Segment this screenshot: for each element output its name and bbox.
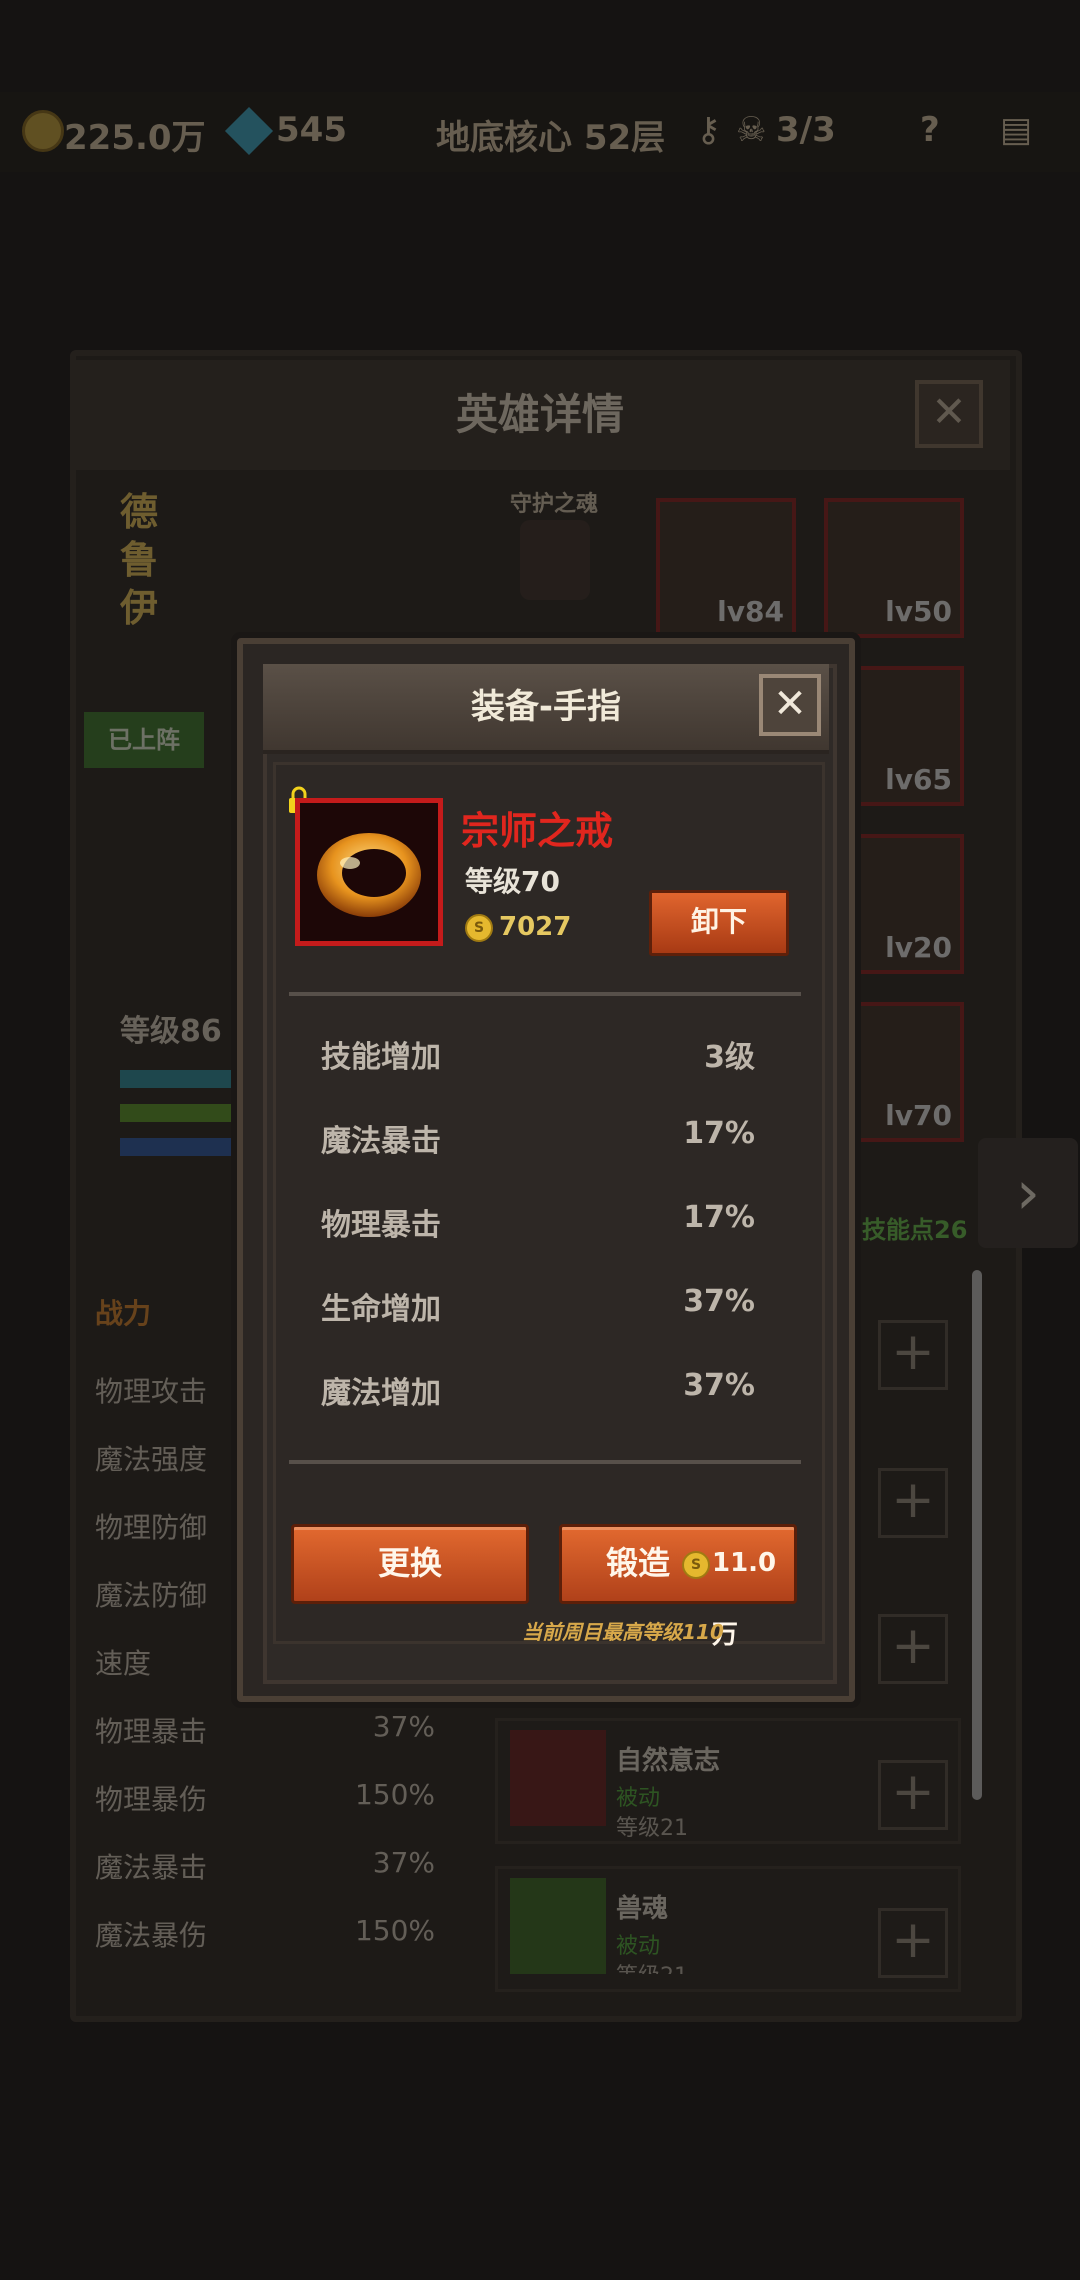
skill-level: 等级21 [616,1958,688,1974]
skill-list-scrollbar[interactable] [972,1270,982,1800]
mana-bar [120,1070,240,1088]
attribute-label: 魔法暴击 [321,1124,441,1159]
stat-label: 速度 [95,1647,152,1680]
stat-value: 150% [354,1914,435,1947]
hero-details-close-button[interactable]: ✕ [915,380,983,448]
skill-name: 自然意志 [616,1746,721,1776]
equipment-dialog-header: 装备-手指 [263,664,829,754]
stat-row: 魔法暴伤 150% [95,1914,435,1954]
skill-upgrade-button[interactable]: + [878,1760,948,1830]
top-resource-bar: 225.0万 545 地底核心 52层 ⚷ ☠ 3/3 ? ▤ [0,92,1080,172]
attribute-row: 魔法增加 37% [321,1368,755,1412]
attribute-value: 37% [683,1368,755,1403]
stat-label: 物理暴击 [95,1715,208,1748]
location-label: 地底核心 52层 [436,118,666,158]
equipment-dialog-title: 装备-手指 [470,687,622,727]
stat-row: 魔法暴击 37% [95,1846,435,1886]
key-icon: ⚷ [696,110,721,150]
hero-name-char: 伊 [120,586,159,630]
gold-amount: 225.0万 [64,118,206,158]
divider [289,992,801,996]
forge-cost: 11.0万 [712,1548,777,1650]
skull-count: 3/3 [776,110,836,150]
health-bar [120,1104,240,1122]
skill-type: 被动 [616,1786,661,1811]
equipped-item-slot[interactable] [295,798,443,946]
attribute-label: 魔法增加 [321,1376,441,1411]
slot-level: lv20 [885,931,952,964]
equipment-dialog: 装备-手指 ✕ 宗师之戒 等级70 S 7027 卸下 技能增加 3级 魔法暴击… [237,638,855,1702]
skill-type: 被动 [616,1934,661,1959]
stat-value: 150% [354,1778,435,1811]
slot-level: lv70 [885,1099,952,1132]
beast-soul-icon [510,1878,606,1974]
gold-coin-icon [22,110,64,152]
stat-label: 魔法暴伤 [95,1919,208,1952]
skull-icon: ☠ [736,110,767,150]
deployed-badge: 已上阵 [84,712,204,768]
skill-level: 等级21 [616,1816,688,1841]
stat-label: 物理攻击 [95,1375,208,1408]
gold-coin-icon: S [682,1551,710,1579]
divider [289,1460,801,1464]
stat-label: 魔法暴击 [95,1851,208,1884]
attribute-row: 生命增加 37% [321,1284,755,1328]
attribute-row: 物理暴击 17% [321,1200,755,1244]
unequip-button[interactable]: 卸下 [649,890,789,956]
slot-level: lv84 [717,595,784,628]
forge-label: 锻造 [606,1544,671,1582]
help-button[interactable]: ? [920,110,940,150]
serpent-soul-icon[interactable] [520,520,590,600]
stat-row: 物理暴伤 150% [95,1778,435,1818]
hero-name: 德 鲁 伊 [120,488,164,632]
skill-upgrade-button[interactable]: + [878,1908,948,1978]
stat-label: 魔法强度 [95,1443,208,1476]
skill-name: 兽魂 [616,1894,669,1924]
attribute-row: 技能增加 3级 [321,1032,755,1076]
exp-bar [120,1138,240,1156]
ring-icon [300,803,438,941]
item-level: 等级70 [465,865,560,898]
item-sell-price: 7027 [499,912,572,942]
skill-points: 技能点26 [862,1216,968,1244]
stat-label: 物理暴伤 [95,1783,208,1816]
stat-row: 物理暴击 37% [95,1710,435,1750]
equipment-dialog-close-button[interactable]: ✕ [759,674,821,736]
attribute-value: 37% [683,1284,755,1319]
skill-upgrade-button[interactable]: + [878,1468,948,1538]
nature-will-icon [510,1730,606,1826]
attribute-label: 技能增加 [321,1040,441,1075]
attribute-label: 物理暴击 [321,1208,441,1243]
forge-button[interactable]: 锻造 S 11.0万 [559,1524,797,1650]
attribute-value: 17% [683,1200,755,1235]
item-name: 宗师之戒 [461,809,614,853]
slot-level: lv50 [885,595,952,628]
equip-slot-neck[interactable]: lv50 [824,498,964,638]
hero-name-char: 鲁 [120,538,159,582]
replace-button[interactable]: 更换 [291,1524,529,1604]
hero-name-char: 德 [120,490,159,534]
stat-value: 37% [372,1846,435,1879]
hero-level: 等级86 [120,1014,222,1049]
equip-slot-chest[interactable]: lv84 [656,498,796,638]
menu-icon[interactable]: ▤ [1000,110,1032,150]
max-level-note: 当前周目最高等级110 [522,1620,724,1644]
guardian-soul-label: 守护之魂 [510,492,599,517]
attribute-value: 3级 [704,1040,755,1075]
gem-icon [224,106,274,156]
attribute-label: 生命增加 [321,1292,441,1327]
next-hero-button[interactable]: › [978,1138,1078,1248]
stat-value: 37% [372,1710,435,1743]
hero-details-title: 英雄详情 [70,360,1010,470]
stat-label: 魔法防御 [95,1579,208,1612]
gold-coin-icon: S [465,914,493,942]
gem-amount: 545 [276,110,347,150]
attribute-row: 魔法暴击 17% [321,1116,755,1160]
attribute-value: 17% [683,1116,755,1151]
stat-label: 物理防御 [95,1511,208,1544]
slot-level: lv65 [885,763,952,796]
skill-upgrade-button[interactable]: + [878,1320,948,1390]
skill-upgrade-button[interactable]: + [878,1614,948,1684]
